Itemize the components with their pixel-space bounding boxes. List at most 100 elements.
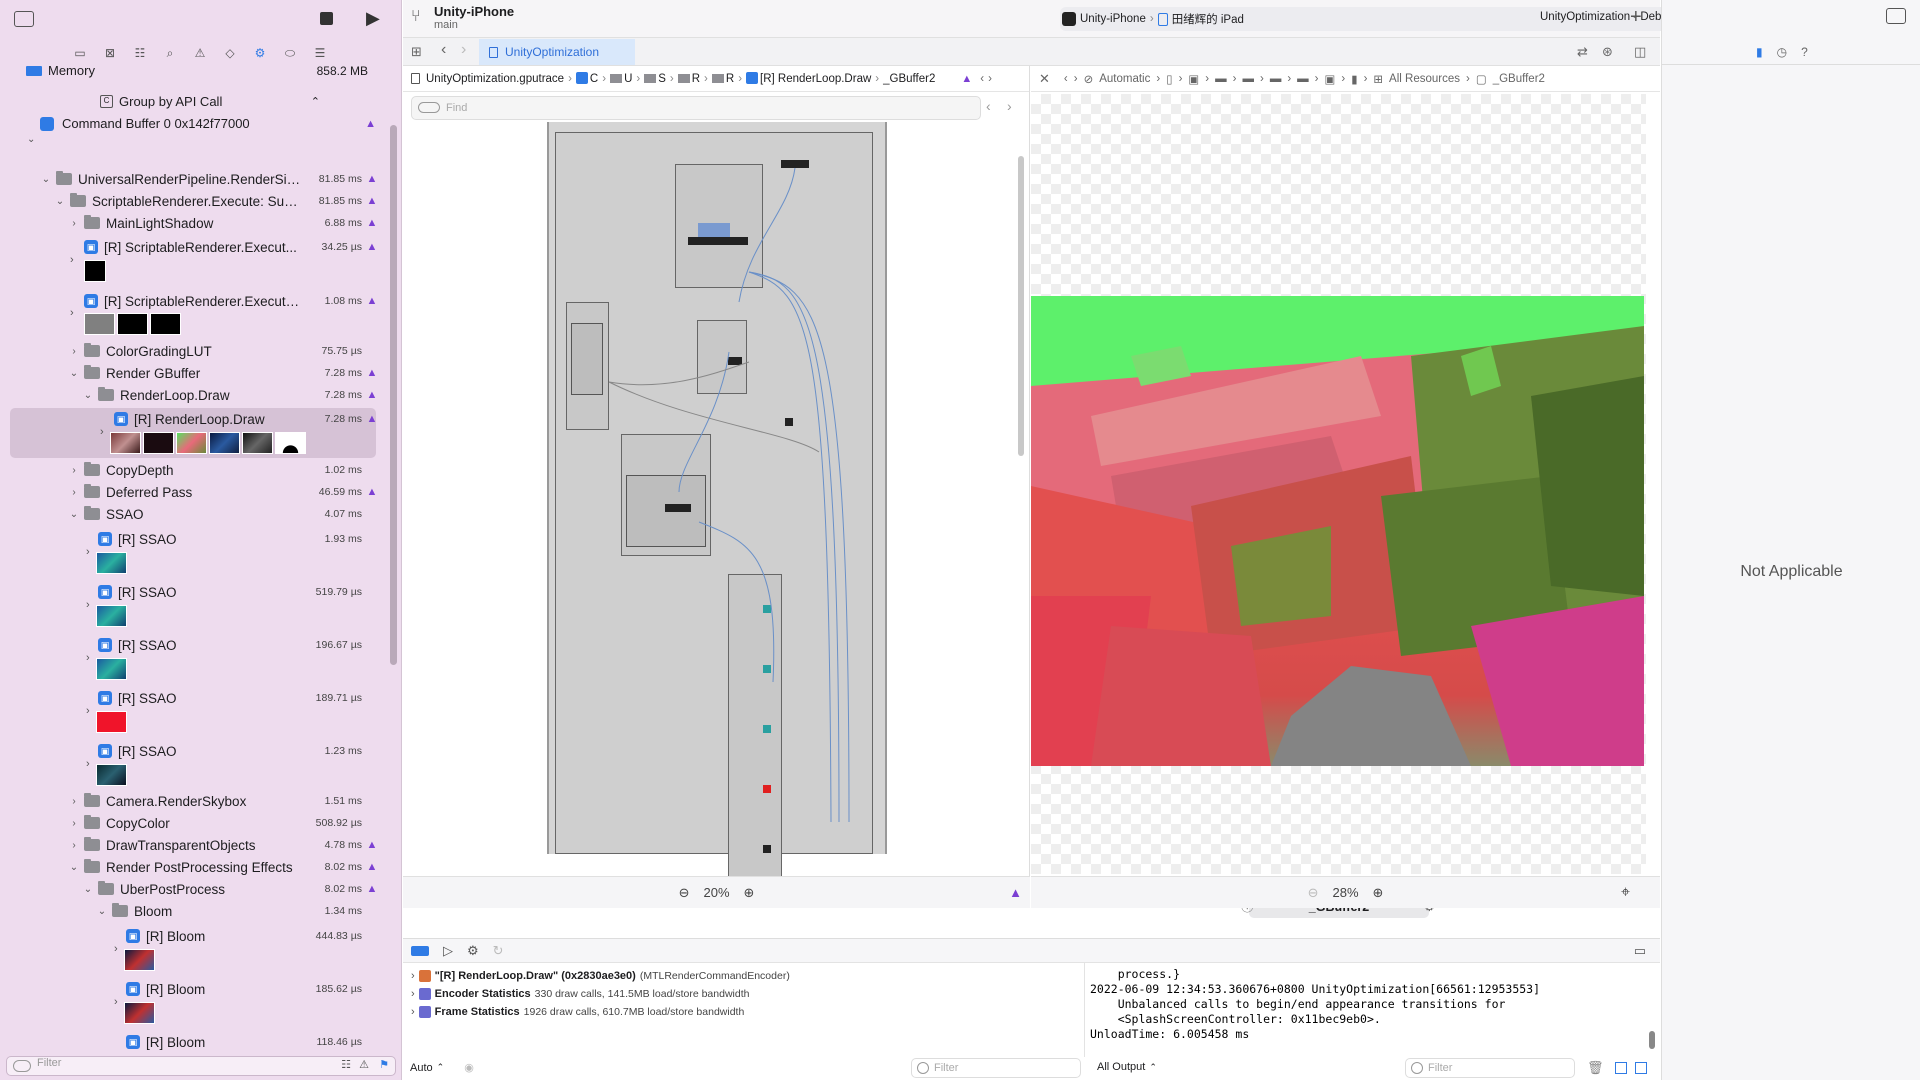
- forward-icon[interactable]: ›: [1074, 73, 1078, 85]
- tree-item[interactable]: ▣ [R] ScriptableRenderer.Execut... 34.25 µ…: [0, 236, 378, 258]
- trash-icon[interactable]: 🗑: [1587, 1060, 1604, 1076]
- disclosure-icon[interactable]: ⌄: [27, 134, 35, 145]
- tree-item[interactable]: › DrawTransparentObjects 4.78 ms ▲: [0, 834, 378, 856]
- output-popup[interactable]: All Output ⌃: [1097, 1061, 1157, 1073]
- chevron-down-icon[interactable]: ⌄: [82, 884, 94, 895]
- tree-item[interactable]: › MainLightShadow 6.88 ms ▲: [0, 212, 378, 234]
- chevron-right-icon[interactable]: ›: [86, 705, 90, 717]
- breakpoint-nav-icon[interactable]: ⬭: [282, 45, 298, 61]
- chevron-right-icon[interactable]: ›: [68, 840, 80, 851]
- attachment-thumbnail[interactable]: [275, 432, 306, 454]
- stop-icon[interactable]: [320, 12, 333, 25]
- breadcrumb-file[interactable]: UnityOptimization.gputrace: [426, 73, 564, 85]
- attachment-thumbnail[interactable]: [110, 432, 141, 454]
- tree-item[interactable]: ⌄ ScriptableRenderer.Execute: Sun... 81.85…: [0, 190, 378, 212]
- tree-item[interactable]: ▣ [R] ScriptableRenderer.Execute:... 1.08 …: [0, 290, 378, 312]
- console-view-toggle-icon[interactable]: [1635, 1062, 1647, 1074]
- attachment-thumbnail[interactable]: [124, 1002, 155, 1024]
- forward-icon[interactable]: ›: [988, 73, 992, 85]
- swap-icon[interactable]: ⇄: [1577, 44, 1588, 60]
- chevron-right-icon[interactable]: ›: [68, 487, 80, 498]
- file-inspector-icon[interactable]: ▮: [1756, 45, 1763, 59]
- split-editor-icon[interactable]: ◫: [1634, 44, 1646, 60]
- tree-item[interactable]: ⌄ UniversalRenderPipeline.RenderSin... 81.…: [0, 168, 378, 190]
- attachment-thumbnail[interactable]: [242, 432, 273, 454]
- tree-item[interactable]: ⌄ UberPostProcess 8.02 ms ▲: [0, 878, 378, 900]
- tree-item[interactable]: ▣ [R] Bloom 118.46 µs: [0, 1031, 378, 1053]
- breadcrumb-c[interactable]: C: [575, 72, 598, 85]
- zoom-out-icon[interactable]: ⊖: [1308, 885, 1319, 901]
- chevron-down-icon[interactable]: ⌄: [68, 862, 80, 873]
- test-nav-icon[interactable]: ◇: [222, 45, 238, 61]
- resource-target[interactable]: _GBuffer2: [1493, 73, 1545, 85]
- attachment-thumbnail[interactable]: [96, 605, 127, 627]
- breadcrumb-target[interactable]: _GBuffer2: [883, 73, 935, 85]
- find-input[interactable]: Find: [411, 96, 981, 120]
- chevron-down-icon[interactable]: ⌄: [40, 174, 52, 185]
- group-by-popup[interactable]: C Group by API Call ⌃: [100, 94, 320, 109]
- tree-item[interactable]: ⌄ Render GBuffer 7.28 ms ▲: [0, 362, 378, 384]
- attachment-thumbnail[interactable]: [96, 552, 127, 574]
- chevron-down-icon[interactable]: ⌄: [82, 390, 94, 401]
- attachment-thumbnail[interactable]: [176, 432, 207, 454]
- gbuffer-texture-image[interactable]: [1031, 296, 1644, 766]
- dependency-graph[interactable]: [547, 122, 887, 880]
- chevron-right-icon[interactable]: ›: [68, 218, 80, 229]
- grid-icon[interactable]: ⊞: [411, 44, 422, 60]
- chevron-right-icon[interactable]: ›: [68, 346, 80, 357]
- tree-item[interactable]: ⌄ SSAO 4.07 ms: [0, 503, 378, 525]
- debug-gpu-icon[interactable]: ⚙: [467, 943, 479, 959]
- sidebar-scrollbar[interactable]: [390, 125, 397, 665]
- continue-icon[interactable]: ▷: [443, 943, 453, 959]
- back-icon[interactable]: ‹: [441, 41, 446, 59]
- find-prev-icon[interactable]: ‹: [986, 98, 991, 114]
- chevron-right-icon[interactable]: ›: [411, 988, 415, 1000]
- tree-item[interactable]: ⌄ Render PostProcessing Effects 8.02 ms ▲: [0, 856, 378, 878]
- tree-item[interactable]: ▣ [R] SSAO 519.79 µs: [0, 581, 378, 603]
- scheme-info[interactable]: Unity-iPhone main: [434, 4, 514, 31]
- zoom-in-icon[interactable]: ⊕: [1373, 885, 1384, 901]
- left-scrollbar[interactable]: [1018, 156, 1024, 456]
- hide-debug-icon[interactable]: ▭: [1634, 943, 1646, 959]
- chevron-right-icon[interactable]: ›: [70, 307, 74, 319]
- find-nav-icon[interactable]: ⌕: [162, 45, 178, 61]
- folder-nav-icon[interactable]: ▭: [72, 45, 88, 61]
- back-icon[interactable]: ‹: [1064, 73, 1068, 85]
- chevron-right-icon[interactable]: ›: [114, 943, 118, 955]
- variable-row[interactable]: › Encoder Statistics 330 draw calls, 141…: [411, 985, 749, 1003]
- close-icon[interactable]: ✕: [1039, 71, 1050, 87]
- debug-nav-icon[interactable]: ⚙: [252, 45, 268, 61]
- attachment-thumbnail[interactable]: [209, 432, 240, 454]
- crosshair-icon[interactable]: ⌖: [1621, 884, 1630, 902]
- attachment-thumbnail[interactable]: [96, 658, 127, 680]
- auto-variables-popup[interactable]: Auto ⌃ ◉: [410, 1061, 474, 1075]
- chevron-right-icon[interactable]: ›: [411, 970, 415, 982]
- tree-item[interactable]: › ColorGradingLUT 75.75 µs: [0, 340, 378, 362]
- source-control-icon[interactable]: ⊠: [102, 45, 118, 61]
- sidebar-toggle-icon[interactable]: [14, 11, 34, 27]
- symbol-nav-icon[interactable]: ☷: [132, 45, 148, 61]
- chevron-right-icon[interactable]: ›: [86, 599, 90, 611]
- chevron-right-icon[interactable]: ›: [68, 818, 80, 829]
- tree-item[interactable]: ▣ [R] SSAO 1.93 ms: [0, 528, 378, 550]
- automatic-mode[interactable]: Automatic: [1099, 73, 1150, 85]
- find-next-icon[interactable]: ›: [1007, 98, 1012, 114]
- attachment-thumbnail[interactable]: [117, 313, 148, 335]
- tree-item[interactable]: › CopyDepth 1.02 ms: [0, 459, 378, 481]
- tree-item[interactable]: › Camera.RenderSkybox 1.51 ms: [0, 790, 378, 812]
- tab-unityoptimization[interactable]: UnityOptimization: [479, 39, 635, 65]
- variable-row[interactable]: › "[R] RenderLoop.Draw" (0x2830ae3e0) (M…: [411, 967, 790, 985]
- chevron-down-icon[interactable]: ⌄: [68, 368, 80, 379]
- chevron-down-icon[interactable]: ⌄: [54, 196, 66, 207]
- variables-view-toggle-icon[interactable]: [1615, 1062, 1627, 1074]
- chevron-right-icon[interactable]: ›: [114, 996, 118, 1008]
- tree-item[interactable]: ▣ [R] SSAO 1.23 ms: [0, 740, 378, 762]
- help-inspector-icon[interactable]: ?: [1801, 45, 1808, 59]
- chevron-right-icon[interactable]: ›: [86, 652, 90, 664]
- link-icon[interactable]: ⊛: [1602, 44, 1613, 60]
- forward-icon[interactable]: ›: [461, 41, 466, 59]
- attachment-thumbnail[interactable]: [150, 313, 181, 335]
- all-resources[interactable]: All Resources: [1389, 73, 1460, 85]
- tree-item[interactable]: › Deferred Pass 46.59 ms ▲: [0, 481, 378, 503]
- attachment-thumbnail[interactable]: [96, 764, 127, 786]
